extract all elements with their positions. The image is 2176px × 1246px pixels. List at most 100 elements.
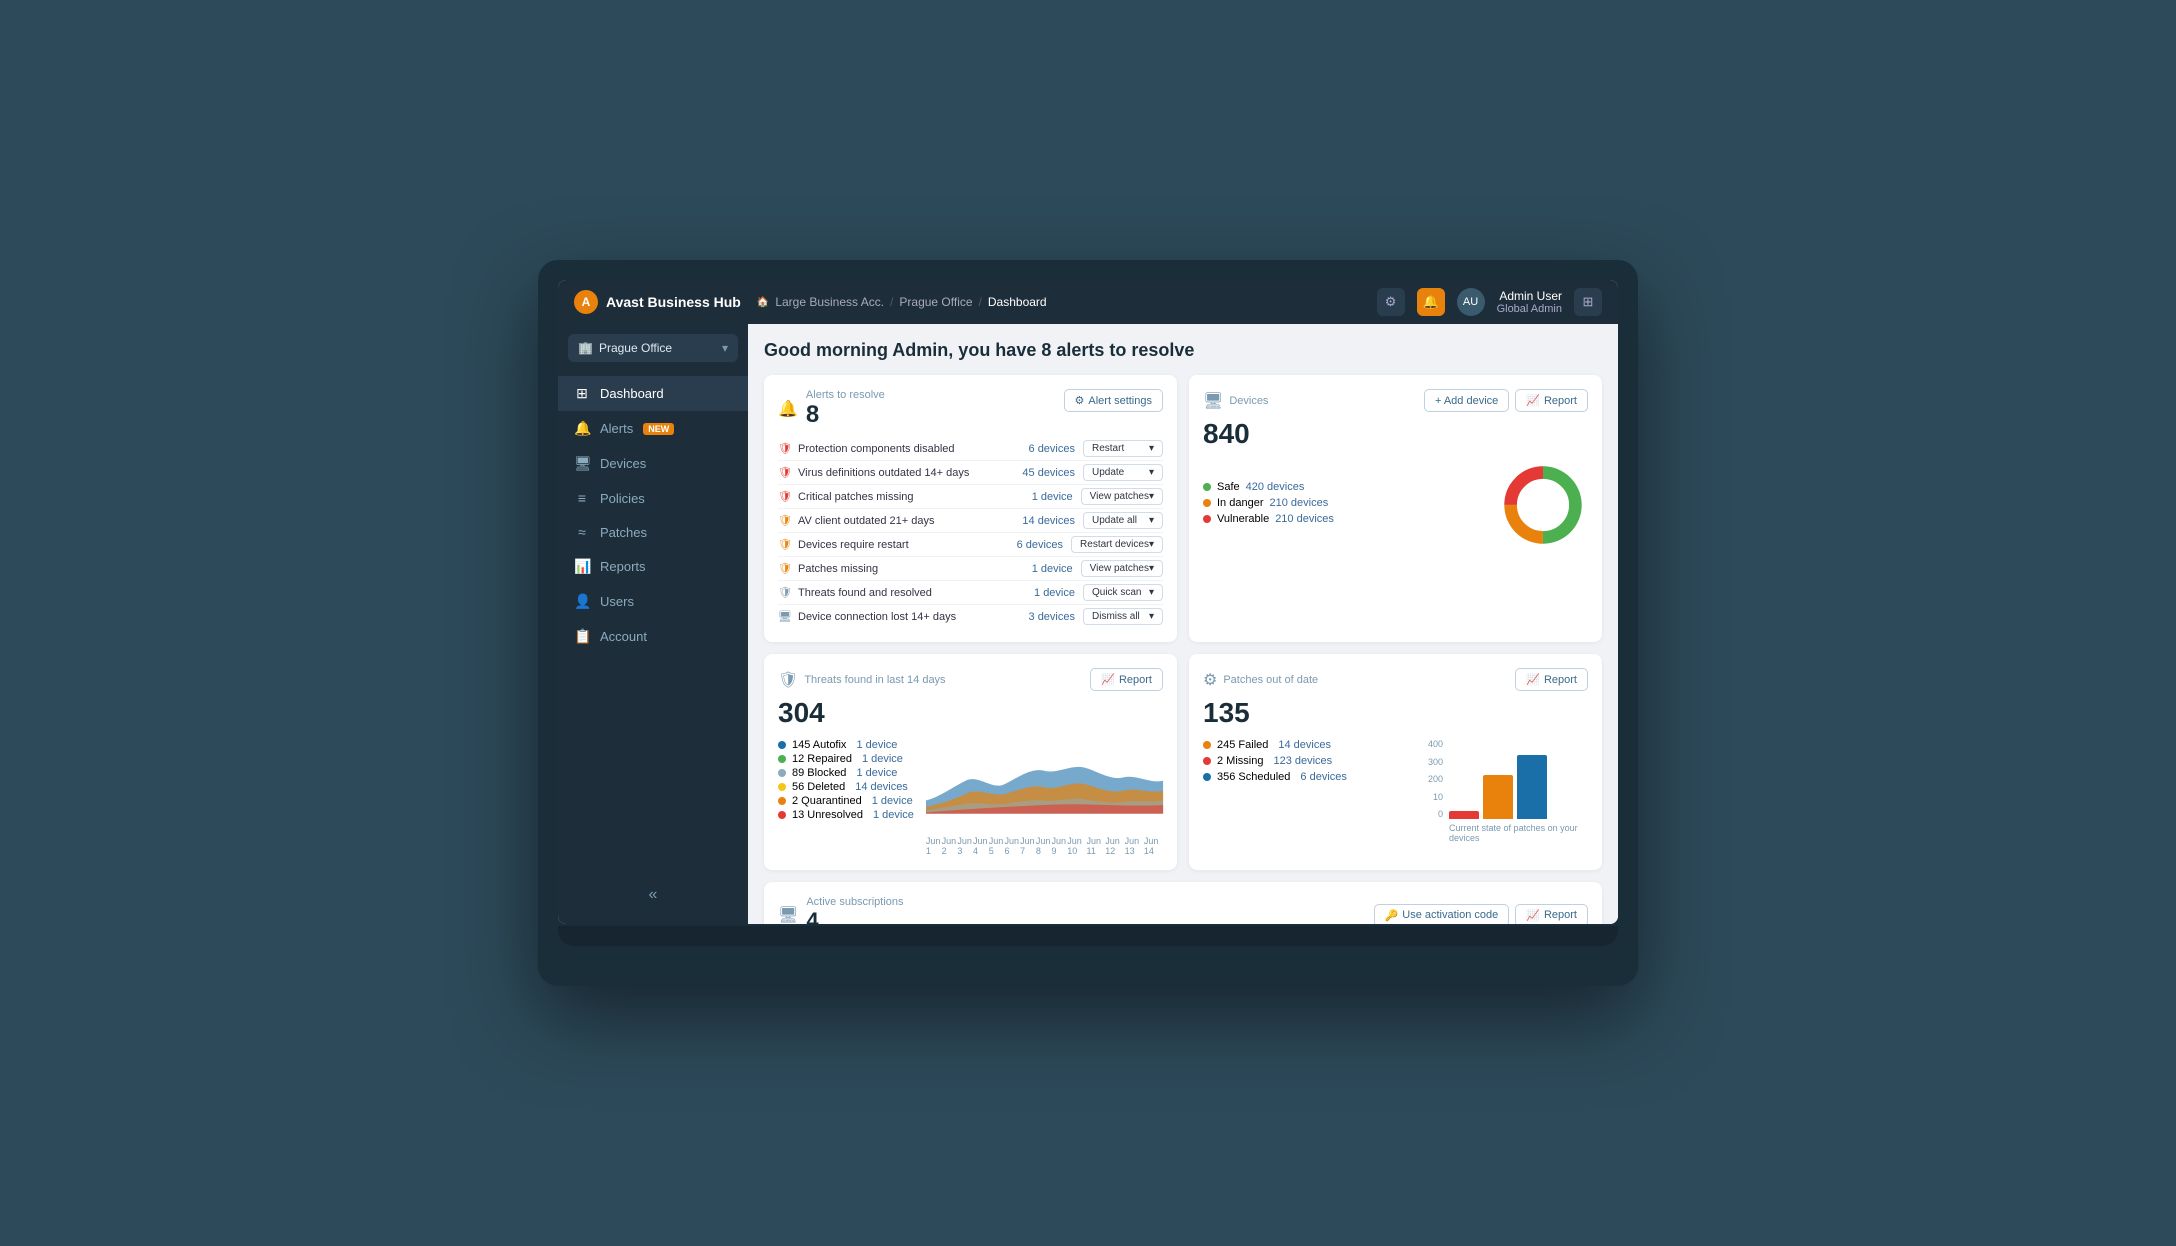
patches-scheduled: 356 Scheduled 6 devices — [1203, 771, 1416, 783]
view-patches-btn2[interactable]: View patches ▾ — [1081, 560, 1163, 577]
alert-action-btn[interactable]: Restart devices ▾ — [1071, 536, 1163, 553]
laptop-screen: A Avast Business Hub 🏠 Large Business Ac… — [558, 280, 1618, 924]
alert-icon: 🛡 — [778, 442, 792, 455]
alert-settings-button[interactable]: ⚙ Alert settings — [1064, 389, 1163, 412]
main-layout: 🏢 Prague Office ▾ ⊞ Dashboard 🔔 Alerts N… — [558, 324, 1618, 924]
deleted-link[interactable]: 14 devices — [855, 781, 908, 793]
alert-count[interactable]: 1 device — [1013, 563, 1073, 575]
alert-action-btn[interactable]: Update ▾ — [1083, 464, 1163, 481]
legend-vulnerable: Vulnerable 210 devices — [1203, 513, 1486, 525]
devices-report-button[interactable]: 📈 Report — [1515, 389, 1588, 412]
threats-label: Threats found in last 14 days — [804, 674, 945, 686]
subs-report-button[interactable]: 📈 Report — [1515, 904, 1588, 925]
dashboard-grid: 🔔 Alerts to resolve 8 ⚙ Alert settings — [764, 375, 1602, 924]
monitor-icon: 🖥 — [1203, 391, 1223, 411]
sidebar-item-dashboard[interactable]: ⊞ Dashboard — [558, 376, 748, 411]
alert-count[interactable]: 14 devices — [1015, 515, 1075, 527]
autofix-link[interactable]: 1 device — [856, 739, 897, 751]
subs-count: 4 — [806, 908, 903, 924]
use-activation-code-button[interactable]: 🔑 Use activation code — [1374, 904, 1510, 925]
new-badge: NEW — [643, 423, 674, 435]
laptop-frame: A Avast Business Hub 🏠 Large Business Ac… — [538, 260, 1638, 986]
legend-safe: Safe 420 devices — [1203, 481, 1486, 493]
threat-item-repaired: 12 Repaired 1 device — [778, 753, 914, 765]
sidebar-item-policies[interactable]: ≡ Policies — [558, 481, 748, 515]
devices-legend: Safe 420 devices In danger 210 devices — [1203, 481, 1486, 529]
devices-actions: + Add device 📈 Report — [1424, 389, 1588, 412]
patches-legend: 245 Failed 14 devices 2 Missing 123 devi… — [1203, 739, 1416, 843]
threat-item-deleted: 56 Deleted 14 devices — [778, 781, 914, 793]
blocked-link[interactable]: 1 device — [856, 767, 897, 779]
alert-action-btn[interactable]: Restart ▾ — [1083, 440, 1163, 457]
vuln-link[interactable]: 210 devices — [1275, 513, 1334, 525]
patches-count: 135 — [1203, 697, 1588, 729]
blocked-dot — [778, 769, 786, 777]
danger-link[interactable]: 210 devices — [1269, 497, 1328, 509]
threats-card-header: 🛡 Threats found in last 14 days 📈 Report — [778, 668, 1163, 691]
threats-report-button[interactable]: 📈 Report — [1090, 668, 1163, 691]
bar-failed — [1449, 811, 1479, 819]
sidebar-item-alerts[interactable]: 🔔 Alerts NEW — [558, 411, 748, 446]
alert-count[interactable]: 3 devices — [1015, 611, 1075, 623]
breadcrumb-office: Prague Office — [899, 295, 972, 309]
bar-scheduled — [1517, 755, 1547, 819]
alert-text: AV client outdated 21+ days — [798, 515, 1007, 527]
alert-count[interactable]: 6 devices — [1015, 443, 1075, 455]
alert-action-btn[interactable]: Dismiss all ▾ — [1083, 608, 1163, 625]
breadcrumb: 🏠 Large Business Acc. / Prague Office / … — [757, 295, 1361, 309]
quarantined-link[interactable]: 1 device — [872, 795, 913, 807]
sidebar-item-label: Account — [600, 629, 647, 644]
apps-icon[interactable]: ⊞ — [1574, 288, 1602, 316]
repaired-link[interactable]: 1 device — [862, 753, 903, 765]
safe-link[interactable]: 420 devices — [1246, 481, 1305, 493]
devices-card-header: 🖥 Devices + Add device 📈 Report — [1203, 389, 1588, 412]
report-label: Report — [1119, 674, 1152, 686]
add-device-button[interactable]: + Add device — [1424, 389, 1509, 412]
sidebar-item-label: Devices — [600, 456, 646, 471]
sidebar-item-patches[interactable]: ≈ Patches — [558, 515, 748, 549]
legend-danger: In danger 210 devices — [1203, 497, 1486, 509]
alert-count[interactable]: 1 device — [1015, 587, 1075, 599]
org-selector[interactable]: 🏢 Prague Office ▾ — [568, 334, 738, 362]
sidebar-item-devices[interactable]: 🖥 Devices — [558, 446, 748, 481]
sidebar-item-label: Policies — [600, 491, 645, 506]
settings-icon[interactable]: ⚙ — [1377, 288, 1405, 316]
threat-item-unresolved: 13 Unresolved 1 device — [778, 809, 914, 821]
alerts-card: 🔔 Alerts to resolve 8 ⚙ Alert settings — [764, 375, 1177, 642]
dashboard-icon: ⊞ — [574, 385, 590, 402]
activate-label: Use activation code — [1402, 909, 1498, 921]
blocked-label: 89 Blocked — [792, 767, 846, 779]
subs-report-label: Report — [1544, 909, 1577, 921]
alert-text: Threats found and resolved — [798, 587, 1007, 599]
y-axis: 400 300 200 10 0 — [1428, 739, 1443, 819]
notifications-icon[interactable]: 🔔 — [1417, 288, 1445, 316]
top-right-actions: ⚙ 🔔 AU Admin User Global Admin ⊞ — [1377, 288, 1602, 316]
subs-icon: 🖥 — [778, 905, 798, 924]
vuln-dot — [1203, 515, 1211, 523]
brand-logo: A Avast Business Hub — [574, 290, 741, 314]
alerts-card-header: 🔔 Alerts to resolve 8 ⚙ Alert settings — [778, 389, 1163, 429]
alert-count[interactable]: 1 device — [1013, 491, 1073, 503]
collapse-button[interactable]: « — [574, 886, 732, 904]
unresolved-link[interactable]: 1 device — [873, 809, 914, 821]
scheduled-link[interactable]: 6 devices — [1300, 771, 1346, 783]
alerts-label: Alerts to resolve — [806, 389, 885, 401]
brand-name: Avast Business Hub — [606, 294, 741, 310]
alert-action-btn[interactable]: Update all ▾ — [1083, 512, 1163, 529]
sidebar-item-users[interactable]: 👤 Users — [558, 584, 748, 619]
chevron-down-icon: ▾ — [722, 341, 728, 355]
sidebar-item-account[interactable]: 📋 Account — [558, 619, 748, 654]
threats-content: 145 Autofix 1 device 12 Repaired 1 devic… — [778, 739, 1163, 856]
alert-count[interactable]: 6 devices — [1003, 539, 1063, 551]
alert-action-btn[interactable]: Quick scan ▾ — [1083, 584, 1163, 601]
unresolved-label: 13 Unresolved — [792, 809, 863, 821]
alert-count[interactable]: 45 devices — [1015, 467, 1075, 479]
failed-link[interactable]: 14 devices — [1278, 739, 1331, 751]
sidebar-collapse: « — [558, 876, 748, 914]
missing-link[interactable]: 123 devices — [1273, 755, 1332, 767]
alert-row: 🛡 Virus definitions outdated 14+ days 45… — [778, 461, 1163, 485]
patches-report-button[interactable]: 📈 Report — [1515, 668, 1588, 691]
view-patches-btn[interactable]: View patches ▾ — [1081, 488, 1163, 505]
alert-icon: 🛡 — [778, 538, 792, 551]
sidebar-item-reports[interactable]: 📊 Reports — [558, 549, 748, 584]
